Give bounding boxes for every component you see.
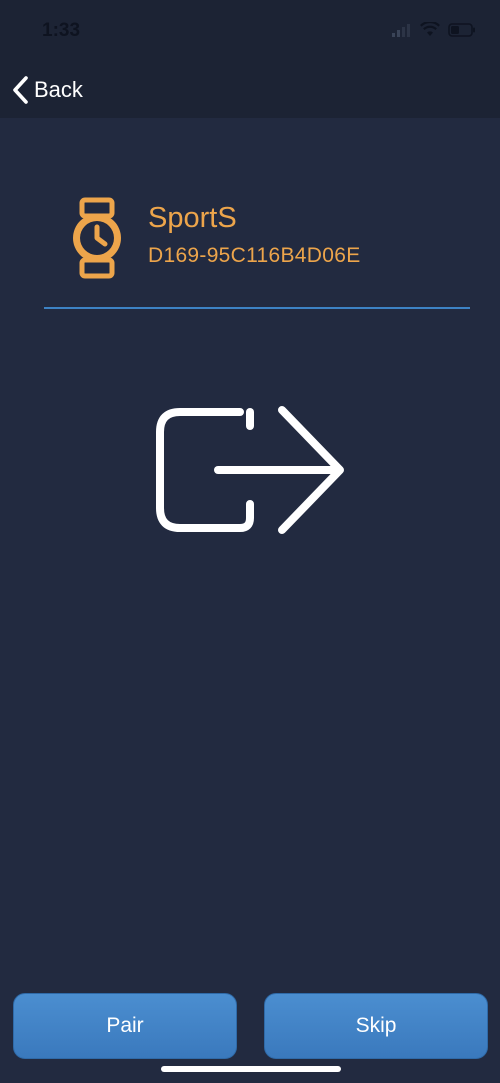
device-name: SportS xyxy=(148,202,237,234)
skip-button[interactable]: Skip xyxy=(264,993,488,1059)
watch-icon xyxy=(73,197,121,279)
status-icons xyxy=(392,22,476,37)
status-bar: 1:33 xyxy=(0,0,500,60)
home-indicator[interactable] xyxy=(161,1066,341,1072)
pair-button[interactable]: Pair xyxy=(13,993,237,1059)
back-label: Back xyxy=(34,77,83,102)
device-info: SportS D169-95C116B4D06E xyxy=(68,196,468,286)
divider xyxy=(44,307,470,309)
back-button[interactable]: Back xyxy=(10,74,83,106)
navigation-bar: Back xyxy=(0,60,500,118)
wifi-icon xyxy=(420,22,440,36)
connect-arrow-icon xyxy=(156,406,344,534)
chevron-left-icon xyxy=(13,76,28,104)
status-time: 1:33 xyxy=(42,20,81,41)
cellular-signal-icon xyxy=(392,23,410,37)
device-id: D169-95C116B4D06E xyxy=(148,244,361,267)
pairing-screen: 1:33 Back SportS D169-95C116B4D06E Pair … xyxy=(0,0,500,1083)
battery-icon xyxy=(448,22,475,37)
